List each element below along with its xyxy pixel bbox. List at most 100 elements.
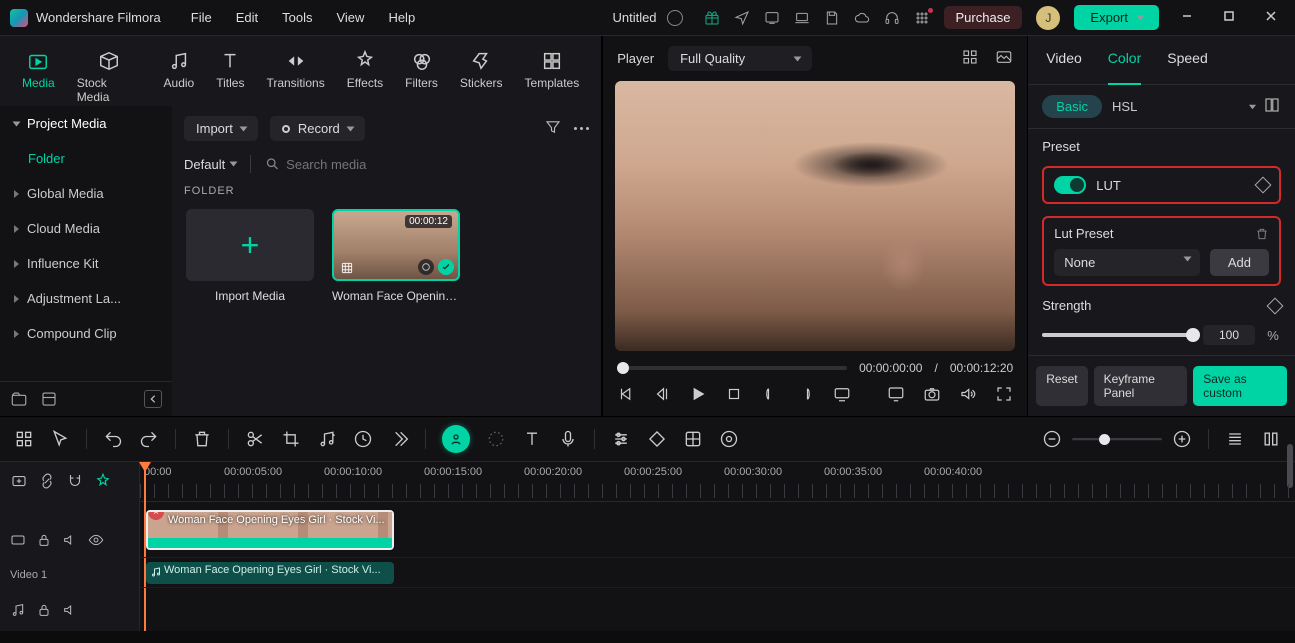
trash-icon[interactable] xyxy=(1255,227,1269,241)
chevron-down-icon[interactable] xyxy=(1249,104,1256,109)
track-height-icon[interactable] xyxy=(1225,429,1245,449)
layout-grid-icon[interactable] xyxy=(14,429,34,449)
record-dropdown[interactable]: Record xyxy=(270,116,365,141)
sidebar-influence-kit[interactable]: Influence Kit xyxy=(0,246,172,281)
link-icon[interactable] xyxy=(38,472,56,493)
sort-dropdown[interactable]: Default xyxy=(184,157,236,172)
subtab-basic[interactable]: Basic xyxy=(1042,95,1102,118)
menu-view[interactable]: View xyxy=(336,10,364,25)
zoom-in-icon[interactable] xyxy=(1172,429,1192,449)
fullscreen-icon[interactable] xyxy=(995,385,1013,406)
tab-transitions[interactable]: Transitions xyxy=(266,44,324,90)
lock-icon[interactable] xyxy=(36,532,52,551)
mute-icon[interactable] xyxy=(62,602,78,621)
lock-icon[interactable] xyxy=(36,602,52,621)
more-tools-icon[interactable] xyxy=(389,429,409,449)
undo-icon[interactable] xyxy=(103,429,123,449)
mark-in-icon[interactable] xyxy=(761,385,779,406)
snapshot-icon[interactable] xyxy=(995,48,1013,69)
sidebar-project-media[interactable]: Project Media xyxy=(0,106,172,141)
tab-filters[interactable]: Filters xyxy=(405,44,438,90)
import-media-box[interactable]: + xyxy=(186,209,314,281)
clip-notes-icon[interactable] xyxy=(418,259,434,275)
ai-tools-icon[interactable] xyxy=(442,425,470,453)
delete-icon[interactable] xyxy=(192,429,212,449)
auto-ripple-icon[interactable] xyxy=(94,472,112,493)
monitor-icon[interactable] xyxy=(887,385,905,406)
mark-out-icon[interactable] xyxy=(797,385,815,406)
crop-icon[interactable] xyxy=(281,429,301,449)
keyframe-diamond-icon[interactable] xyxy=(1267,297,1284,314)
reset-button[interactable]: Reset xyxy=(1036,366,1087,406)
import-dropdown[interactable]: Import xyxy=(184,116,258,141)
audio-track-1[interactable]: Woman Face Opening Eyes Girl · Stock Vi.… xyxy=(140,558,1295,588)
user-avatar[interactable]: J xyxy=(1036,6,1060,30)
media-clip-tile[interactable]: 00:00:12 Woman Face Opening... xyxy=(332,209,460,303)
mute-icon[interactable] xyxy=(62,532,78,551)
timeline-tracks[interactable]: 00:00 00:00:05:00 00:00:10:00 00:00:15:0… xyxy=(140,462,1295,631)
subtab-hsl[interactable]: HSL xyxy=(1112,99,1137,114)
speed-icon[interactable] xyxy=(353,429,373,449)
sync-status-icon[interactable] xyxy=(667,10,683,26)
media-clip-thumb[interactable]: 00:00:12 xyxy=(332,209,460,281)
export-button[interactable]: Export xyxy=(1074,5,1159,30)
video-clip[interactable]: × Woman Face Opening Eyes Girl · Stock V… xyxy=(146,510,394,550)
device-icon[interactable] xyxy=(764,10,780,26)
text-tool-icon[interactable] xyxy=(522,429,542,449)
volume-icon[interactable] xyxy=(959,385,977,406)
sidebar-folder[interactable]: Folder xyxy=(0,141,172,176)
music-beat-icon[interactable] xyxy=(317,429,337,449)
search-input[interactable] xyxy=(286,157,589,172)
tab-effects[interactable]: Effects xyxy=(347,44,383,90)
menu-help[interactable]: Help xyxy=(388,10,415,25)
audio-clip[interactable]: Woman Face Opening Eyes Girl · Stock Vi.… xyxy=(146,562,394,584)
redo-icon[interactable] xyxy=(139,429,159,449)
video-track-icon[interactable] xyxy=(10,532,26,551)
keyframe-icon[interactable] xyxy=(647,429,667,449)
render-icon[interactable] xyxy=(719,429,739,449)
marker-icon[interactable] xyxy=(683,429,703,449)
adjustment-icon[interactable] xyxy=(611,429,631,449)
timeline-ruler[interactable]: 00:00 00:00:05:00 00:00:10:00 00:00:15:0… xyxy=(140,462,1295,502)
zoom-slider[interactable] xyxy=(1072,438,1162,441)
cloud-icon[interactable] xyxy=(854,10,870,26)
send-icon[interactable] xyxy=(734,10,750,26)
lut-preset-select[interactable]: None xyxy=(1054,249,1200,276)
lut-toggle[interactable] xyxy=(1054,176,1086,194)
color-wheel-icon[interactable] xyxy=(486,429,506,449)
select-tool-icon[interactable] xyxy=(50,429,70,449)
lut-add-button[interactable]: Add xyxy=(1210,249,1269,276)
zoom-out-icon[interactable] xyxy=(1042,429,1062,449)
headphones-icon[interactable] xyxy=(884,10,900,26)
tab-stock-media[interactable]: Stock Media xyxy=(77,44,142,104)
purchase-button[interactable]: Purchase xyxy=(944,6,1023,29)
step-back-icon[interactable] xyxy=(653,385,671,406)
window-close[interactable] xyxy=(1257,10,1285,25)
visibility-icon[interactable] xyxy=(88,532,104,551)
new-bin-icon[interactable] xyxy=(40,390,58,408)
filter-icon[interactable] xyxy=(544,118,562,139)
play-icon[interactable] xyxy=(689,385,707,406)
playback-quality-dropdown[interactable]: Full Quality xyxy=(668,46,812,71)
inspector-tab-video[interactable]: Video xyxy=(1046,50,1082,74)
mic-icon[interactable] xyxy=(558,429,578,449)
prev-clip-icon[interactable] xyxy=(617,385,635,406)
window-minimize[interactable] xyxy=(1173,10,1201,25)
strength-value[interactable]: 100 xyxy=(1203,325,1255,345)
menu-tools[interactable]: Tools xyxy=(282,10,312,25)
gift-icon[interactable] xyxy=(704,10,720,26)
sidebar-cloud-media[interactable]: Cloud Media xyxy=(0,211,172,246)
display-settings-icon[interactable] xyxy=(833,385,851,406)
panel-layout-icon[interactable] xyxy=(1263,96,1281,117)
sidebar-global-media[interactable]: Global Media xyxy=(0,176,172,211)
save-icon[interactable] xyxy=(824,10,840,26)
sidebar-compound-clip[interactable]: Compound Clip xyxy=(0,316,172,351)
grid-view-icon[interactable] xyxy=(961,48,979,69)
sidebar-adjustment-layer[interactable]: Adjustment La... xyxy=(0,281,172,316)
menu-edit[interactable]: Edit xyxy=(236,10,258,25)
menu-file[interactable]: File xyxy=(191,10,212,25)
camera-icon[interactable] xyxy=(923,385,941,406)
search-media[interactable] xyxy=(265,156,589,172)
playback-scrubber[interactable] xyxy=(617,366,847,370)
tab-stickers[interactable]: Stickers xyxy=(460,44,503,90)
